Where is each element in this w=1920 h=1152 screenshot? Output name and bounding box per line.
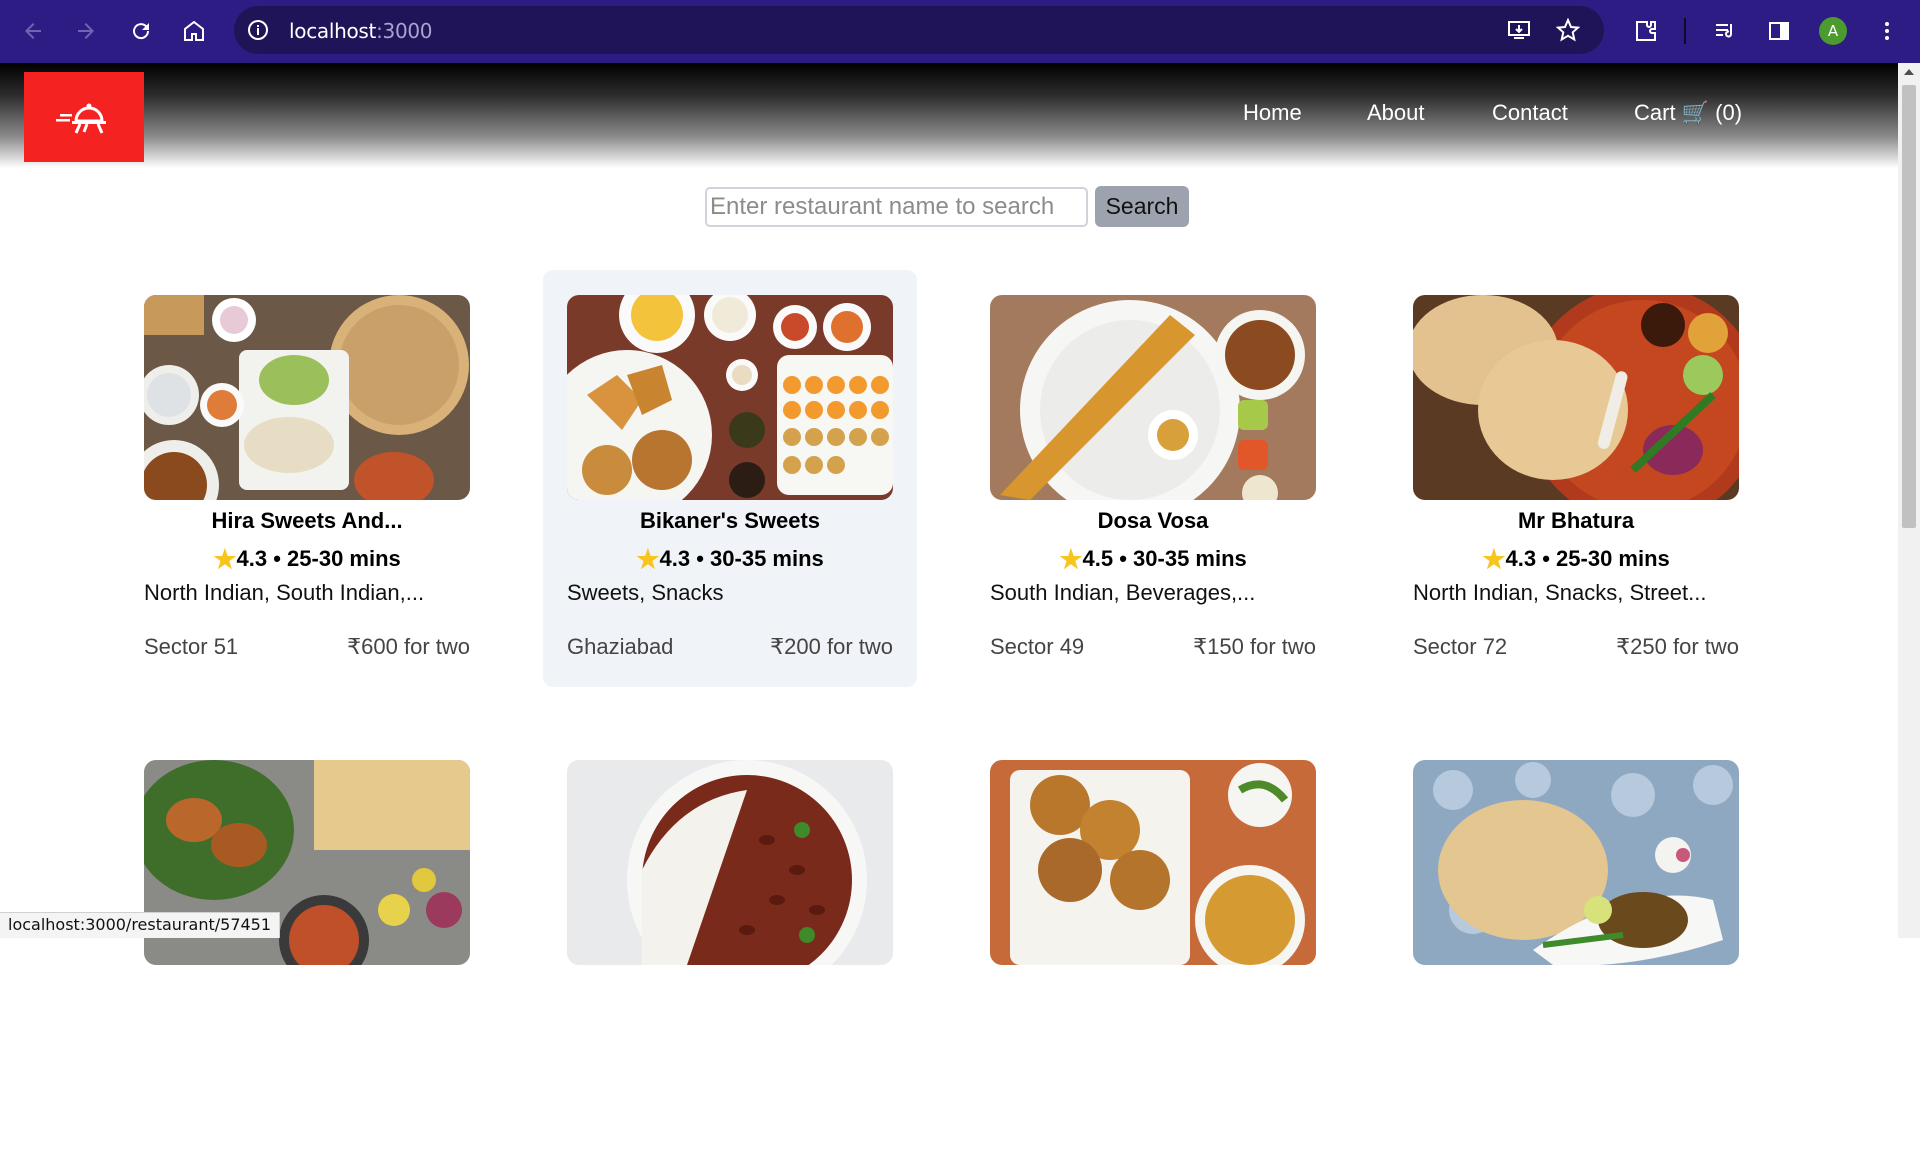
nav-about[interactable]: About [1367,100,1425,126]
page-scrollbar[interactable] [1898,63,1920,938]
url-text[interactable]: localhost:3000 [289,19,433,43]
cuisines: North Indian, Snacks, Street... [1413,580,1707,605]
media-icon[interactable] [1705,11,1745,51]
area: Sector 51 [144,634,239,659]
rating-eta-text: 4.3 • 25-30 mins [1505,546,1670,571]
search-input[interactable] [705,187,1088,227]
restaurant-image[interactable] [567,295,893,500]
side-panel-icon[interactable] [1759,11,1799,51]
restaurant-card[interactable]: Mr Bhatura ★4.3 • 25-30 mins North India… [1389,270,1763,687]
star-icon: ★ [1482,544,1506,574]
status-link-preview: localhost:3000/restaurant/57451 [0,912,281,938]
search-button[interactable]: Search [1095,186,1189,227]
bookmark-star-icon[interactable] [1555,17,1581,42]
restaurant-name: Bikaner's Sweets [639,508,821,533]
cuisines: South Indian, Beverages,... [990,580,1256,605]
rating-eta: ★4.3 • 30-35 mins [543,544,917,575]
area: Sector 72 [1413,634,1508,659]
menu-icon[interactable] [1867,11,1907,51]
rating-eta: ★4.3 • 25-30 mins [1389,544,1763,575]
rating-eta: ★4.3 • 25-30 mins [120,544,494,575]
restaurant-image[interactable] [567,760,893,965]
browser-toolbar: localhost:3000 A [0,0,1920,63]
restaurant-name: Mr Bhatura [1517,508,1635,533]
star-icon: ★ [213,544,237,574]
profile-avatar[interactable]: A [1819,17,1847,45]
rating-eta-text: 4.3 • 25-30 mins [236,546,401,571]
restaurant-card[interactable]: Hira Sweets And... ★4.3 • 25-30 mins Nor… [120,270,494,687]
restaurant-card[interactable]: Bikaner's Sweets ★4.3 • 30-35 mins Sweet… [543,270,917,687]
restaurant-image[interactable] [990,760,1316,965]
area: Sector 49 [990,634,1085,659]
scroll-up-arrow-icon[interactable] [1904,69,1914,75]
restaurant-image[interactable] [1413,760,1739,965]
food-delivery-logo-icon [56,103,106,134]
rating-eta-text: 4.5 • 30-35 mins [1082,546,1247,571]
scroll-thumb[interactable] [1902,85,1916,528]
nav-home[interactable]: Home [1243,100,1302,126]
nav-cart[interactable]: Cart 🛒 (0) [1634,100,1742,126]
star-icon: ★ [1059,544,1083,574]
restaurant-card[interactable] [966,735,1340,1152]
app-header: Home About Contact Cart 🛒 (0) [0,63,1898,168]
rating-eta-text: 4.3 • 30-35 mins [659,546,824,571]
restaurant-image[interactable] [1413,295,1739,500]
logo[interactable] [24,72,144,162]
site-info-icon[interactable] [246,18,270,42]
rating-eta: ★4.5 • 30-35 mins [966,544,1340,575]
restaurant-image[interactable] [144,295,470,500]
cuisines: North Indian, South Indian,... [144,580,425,605]
toolbar-divider [1684,18,1686,44]
restaurant-card[interactable] [543,735,917,1152]
cost-for-two: ₹200 for two [770,634,893,659]
address-bar[interactable]: localhost:3000 [234,6,1604,54]
cost-for-two: ₹600 for two [347,634,470,659]
area: Ghaziabad [567,634,674,659]
restaurant-card[interactable] [1389,735,1763,1152]
restaurant-image[interactable] [990,295,1316,500]
star-icon: ★ [636,544,660,574]
url-port: :3000 [376,19,433,43]
home-icon[interactable] [174,11,214,51]
cuisines: Sweets, Snacks [567,580,724,605]
extensions-icon[interactable] [1626,11,1666,51]
forward-icon[interactable] [66,11,106,51]
restaurant-name: Dosa Vosa [1097,508,1209,533]
url-host: localhost [289,19,377,43]
nav-contact[interactable]: Contact [1492,100,1568,126]
back-icon[interactable] [13,11,53,51]
install-icon[interactable] [1507,18,1531,42]
restaurant-card[interactable] [120,735,494,1152]
restaurant-name: Hira Sweets And... [211,508,403,533]
cost-for-two: ₹250 for two [1616,634,1739,659]
cost-for-two: ₹150 for two [1193,634,1316,659]
reload-icon[interactable] [121,11,161,51]
restaurant-card[interactable]: Dosa Vosa ★4.5 • 30-35 mins South Indian… [966,270,1340,687]
